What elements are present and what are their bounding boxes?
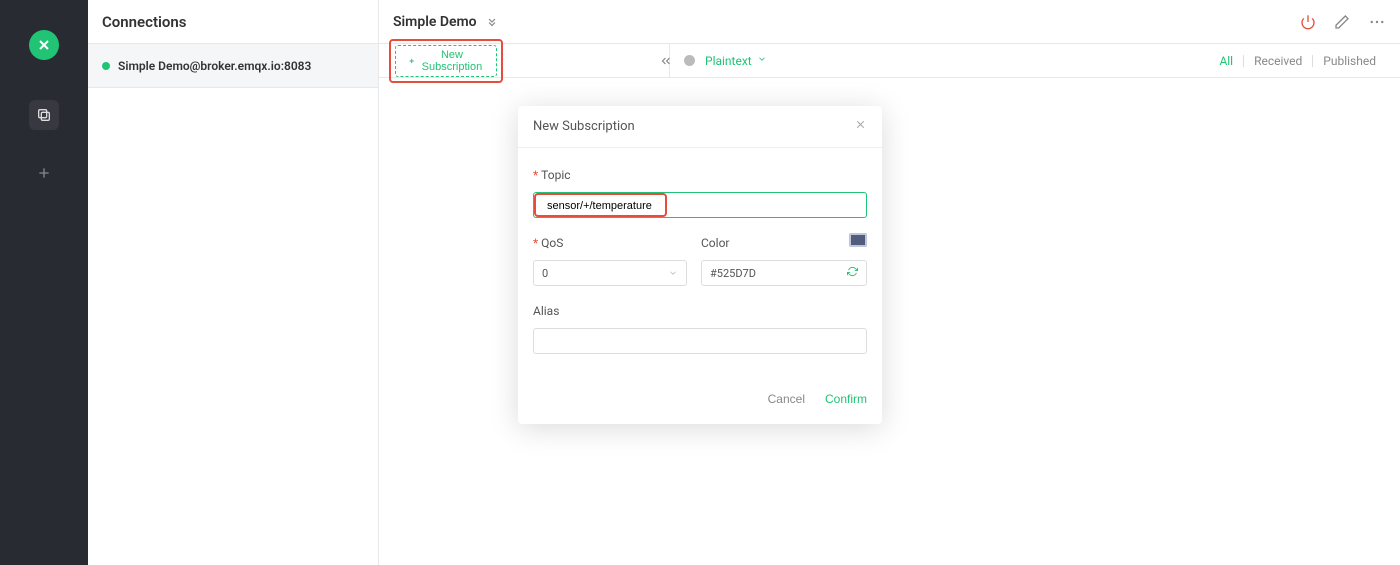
qos-value: 0 xyxy=(542,267,548,280)
modal-close-button[interactable] xyxy=(854,118,867,135)
modal-footer: Cancel Confirm xyxy=(518,382,882,424)
new-subscription-modal: New Subscription *Topic *QoS 0 xyxy=(518,106,882,424)
topic-label-text: Topic xyxy=(541,168,570,182)
topic-input-row xyxy=(533,192,867,218)
close-icon xyxy=(854,118,867,131)
required-star: * xyxy=(533,168,538,182)
color-value: #525D7D xyxy=(710,267,847,280)
color-input[interactable]: #525D7D xyxy=(701,260,867,286)
topic-label: *Topic xyxy=(533,168,867,182)
required-star: * xyxy=(533,236,538,250)
alias-input[interactable] xyxy=(533,328,867,354)
color-label-text: Color xyxy=(701,236,729,250)
color-label: Color xyxy=(701,236,867,250)
confirm-button[interactable]: Confirm xyxy=(825,392,867,406)
form-col-color: Color #525D7D xyxy=(701,236,867,286)
refresh-color-button[interactable] xyxy=(847,266,858,281)
form-col-qos: *QoS 0 xyxy=(533,236,687,286)
chevron-down-icon xyxy=(668,268,678,278)
topic-input[interactable] xyxy=(539,199,662,213)
modal-overlay: New Subscription *Topic *QoS 0 xyxy=(0,0,1400,565)
form-row-alias: Alias xyxy=(533,304,867,354)
topic-input-extension[interactable] xyxy=(667,193,866,217)
qos-label: *QoS xyxy=(533,236,687,250)
cancel-button[interactable]: Cancel xyxy=(768,392,805,406)
qos-select[interactable]: 0 xyxy=(533,260,687,286)
color-swatch[interactable] xyxy=(849,233,867,247)
form-row-qos-color: *QoS 0 Color #525D7D xyxy=(533,236,867,286)
modal-title: New Subscription xyxy=(533,119,635,134)
form-row-topic: *Topic xyxy=(533,168,867,218)
topic-input-highlight xyxy=(534,193,667,217)
modal-header: New Subscription xyxy=(518,106,882,148)
alias-label: Alias xyxy=(533,304,867,318)
modal-body: *Topic *QoS 0 Color xyxy=(518,148,882,382)
refresh-icon xyxy=(847,266,858,277)
qos-label-text: QoS xyxy=(541,236,563,250)
